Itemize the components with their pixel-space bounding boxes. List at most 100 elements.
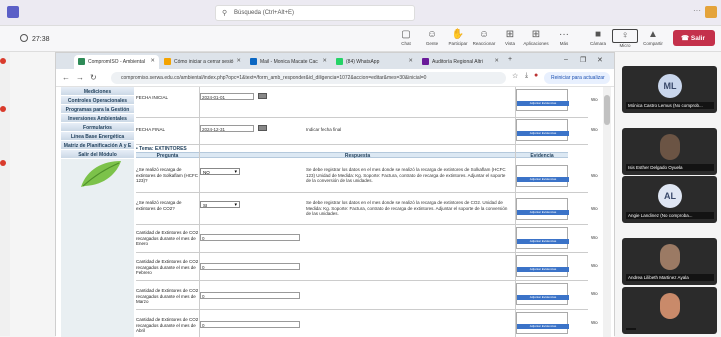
- leave-button[interactable]: ☎ Salir: [673, 30, 715, 46]
- more-options-button[interactable]: ···: [693, 6, 701, 15]
- people-button[interactable]: ☺ Gente: [419, 29, 445, 46]
- evidence-file-box[interactable]: [516, 165, 568, 187]
- close-window-icon[interactable]: ✕: [597, 56, 603, 64]
- quantity-input[interactable]: 0: [200, 263, 300, 270]
- answer-select[interactable]: SI ▾: [200, 201, 240, 208]
- more-button[interactable]: ··· Más: [551, 29, 577, 46]
- leaf-logo: [81, 161, 121, 187]
- fecha-final-input[interactable]: 2024-12-31: [200, 125, 254, 132]
- calendar-icon[interactable]: [258, 125, 267, 131]
- download-icon[interactable]: ⤓: [525, 72, 528, 80]
- menu-item-formularios[interactable]: Formularios: [61, 123, 134, 132]
- url-field[interactable]: compromiso.serwa.edu.co/ambiental/index.…: [111, 72, 506, 84]
- close-icon[interactable]: ✕: [322, 58, 327, 64]
- evidence-file-box[interactable]: [516, 198, 568, 220]
- left-rail: [0, 52, 10, 336]
- evidence-file-box[interactable]: [516, 283, 568, 305]
- profile-avatar[interactable]: [705, 6, 717, 18]
- apps-button[interactable]: ⊞ Aplicaciones: [523, 29, 549, 46]
- evidence-file-box[interactable]: [516, 89, 568, 111]
- quantity-input[interactable]: 0: [200, 234, 300, 241]
- search-input[interactable]: ⚲ Búsqueda (Ctrl+Alt+E): [215, 5, 415, 21]
- menu-item-salir[interactable]: Salir del Módulo: [61, 150, 134, 159]
- react-label: Reaccionar: [472, 41, 496, 46]
- quantity-input[interactable]: 0: [200, 292, 300, 299]
- upload-evidence-button[interactable]: Adjuntar Evidencias: [517, 267, 569, 272]
- participant-tile[interactable]: [622, 287, 717, 334]
- participant-tile[interactable]: ML Mónica Castro Lemus (No comprob...: [622, 66, 717, 113]
- side-col-text: Wo: [591, 173, 598, 178]
- raise-hand-label: Participar: [448, 41, 468, 46]
- evidence-file-box[interactable]: [516, 227, 568, 249]
- browser-tab[interactable]: Cómo iniciar a cerrar sesió ✕: [160, 55, 245, 69]
- answer-value: SI: [203, 203, 208, 208]
- menu-item-mediciones[interactable]: Mediciones: [61, 87, 134, 96]
- upload-evidence-button[interactable]: Adjuntar Evidencias: [517, 295, 569, 300]
- evidence-file-box[interactable]: [516, 312, 568, 334]
- close-icon[interactable]: ✕: [236, 58, 241, 64]
- people-icon: ☺: [426, 29, 438, 40]
- upload-evidence-button[interactable]: Adjuntar Evidencias: [517, 239, 569, 244]
- participants-panel: ML Mónica Castro Lemus (No comprob... Is…: [622, 52, 721, 336]
- new-tab-button[interactable]: +: [508, 56, 512, 63]
- participant-name: Andrea Lilibeth Martinez Ayala: [626, 274, 714, 281]
- upload-evidence-button[interactable]: Adjuntar Evidencias: [517, 177, 569, 182]
- evidence-file-box[interactable]: [516, 119, 568, 141]
- people-label: Gente: [425, 41, 439, 46]
- avatar: ML: [658, 74, 682, 98]
- camera-label: Cámara: [589, 41, 606, 46]
- side-col-text: Wo: [591, 320, 598, 325]
- bookmark-star-icon[interactable]: ☆: [512, 72, 518, 80]
- reload-icon[interactable]: ↻: [90, 73, 97, 82]
- reinit-update-button[interactable]: Reiniciar para actualizar: [544, 72, 610, 84]
- notification-dot: [0, 160, 6, 166]
- upload-evidence-button[interactable]: Adjuntar Evidencias: [517, 324, 569, 329]
- participant-tile[interactable]: Isis Esther Delgado Oyuela: [622, 128, 717, 175]
- browser-tab[interactable]: Auditoría Regional Altri ✕: [418, 55, 503, 69]
- view-button[interactable]: ⊞ Vista: [497, 29, 523, 46]
- participant-photo: [660, 244, 680, 270]
- browser-tab[interactable]: (84) WhatsApp ✕: [332, 55, 417, 69]
- quantity-input[interactable]: 0: [200, 321, 300, 328]
- menu-item-matriz[interactable]: Matriz de Planificación A y E: [61, 141, 134, 150]
- menu-item-linea-base[interactable]: Línea Base Energética: [61, 132, 134, 141]
- question-text: Cantidad de Extintores de CO2 recargados…: [136, 317, 199, 333]
- col-header-respuesta: Respuesta: [200, 152, 515, 159]
- participant-tile[interactable]: AL Angie Landinez (No comproba...: [622, 176, 717, 223]
- side-col-text: Wo: [591, 263, 598, 268]
- fecha-inicial-input[interactable]: 2024-01-01: [200, 93, 254, 100]
- close-icon[interactable]: ✕: [150, 58, 155, 64]
- close-icon[interactable]: ✕: [408, 58, 413, 64]
- participant-tile[interactable]: Andrea Lilibeth Martinez Ayala: [622, 238, 717, 285]
- form-content: FECHA INICIAL 2024-01-01 Adjuntar Eviden…: [136, 87, 588, 337]
- back-icon[interactable]: ←: [62, 73, 70, 82]
- profile-icon[interactable]: ●: [534, 72, 538, 79]
- react-button[interactable]: ☺ Reaccionar: [471, 29, 497, 46]
- chat-button[interactable]: ▢ Chat: [393, 29, 419, 46]
- page-scrollbar[interactable]: [603, 87, 611, 337]
- chat-icon: ▢: [401, 29, 411, 40]
- mic-button[interactable]: ♀ Micro: [612, 29, 638, 48]
- camera-button[interactable]: ■ Cámara: [585, 29, 611, 46]
- maximize-icon[interactable]: ❐: [580, 56, 586, 64]
- minimize-icon[interactable]: –: [564, 56, 568, 63]
- calendar-icon[interactable]: [258, 93, 267, 99]
- scrollbar-thumb[interactable]: [604, 95, 610, 125]
- menu-item-controles[interactable]: Controles Operacionales: [61, 96, 134, 105]
- upload-evidence-button[interactable]: Adjuntar Evidencias: [517, 131, 569, 136]
- answer-select[interactable]: NO ▾: [200, 168, 240, 175]
- menu-item-inversiones[interactable]: Inversiones Ambientales: [61, 114, 134, 123]
- meeting-toolbar: 27:38 ▢ Chat ☺ Gente ✋ Participar ☺ Reaccion…: [0, 26, 721, 52]
- tab-label: (84) WhatsApp: [346, 59, 380, 65]
- menu-item-programas[interactable]: Programas para la Gestión: [61, 105, 134, 114]
- browser-tab[interactable]: CompromISO - Ambiental ✕: [74, 55, 159, 69]
- browser-tab[interactable]: Mail - Monica Macate Cac ✕: [246, 55, 331, 69]
- more-icon: ···: [559, 29, 569, 40]
- forward-icon[interactable]: →: [76, 73, 84, 82]
- upload-evidence-button[interactable]: Adjuntar Evidencias: [517, 210, 569, 215]
- close-icon[interactable]: ✕: [494, 58, 499, 64]
- raise-hand-button[interactable]: ✋ Participar: [445, 29, 471, 46]
- share-button[interactable]: ▲ Compartir: [640, 29, 666, 46]
- evidence-file-box[interactable]: [516, 255, 568, 277]
- upload-evidence-button[interactable]: Adjuntar Evidencias: [517, 101, 569, 106]
